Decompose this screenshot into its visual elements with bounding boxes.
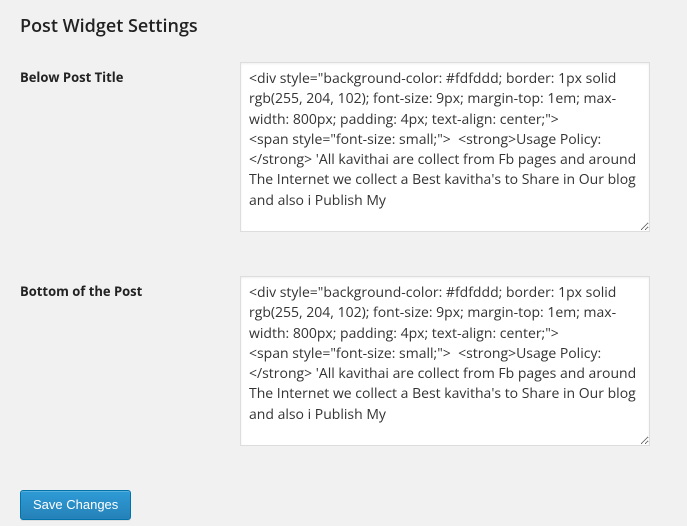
row-below-post-title: Below Post Title: [20, 62, 667, 236]
field-below-post-title: [240, 62, 667, 236]
page-title: Post Widget Settings: [20, 14, 667, 38]
save-changes-button[interactable]: Save Changes: [20, 490, 131, 520]
submit-row: Save Changes: [20, 490, 667, 520]
label-bottom-of-post: Bottom of the Post: [20, 276, 240, 300]
settings-wrap: Post Widget Settings Below Post Title Bo…: [0, 0, 687, 526]
row-bottom-of-post: Bottom of the Post: [20, 276, 667, 450]
label-below-post-title: Below Post Title: [20, 62, 240, 86]
textarea-below-post-title[interactable]: [240, 62, 650, 232]
field-bottom-of-post: [240, 276, 667, 450]
textarea-bottom-of-post[interactable]: [240, 276, 650, 446]
